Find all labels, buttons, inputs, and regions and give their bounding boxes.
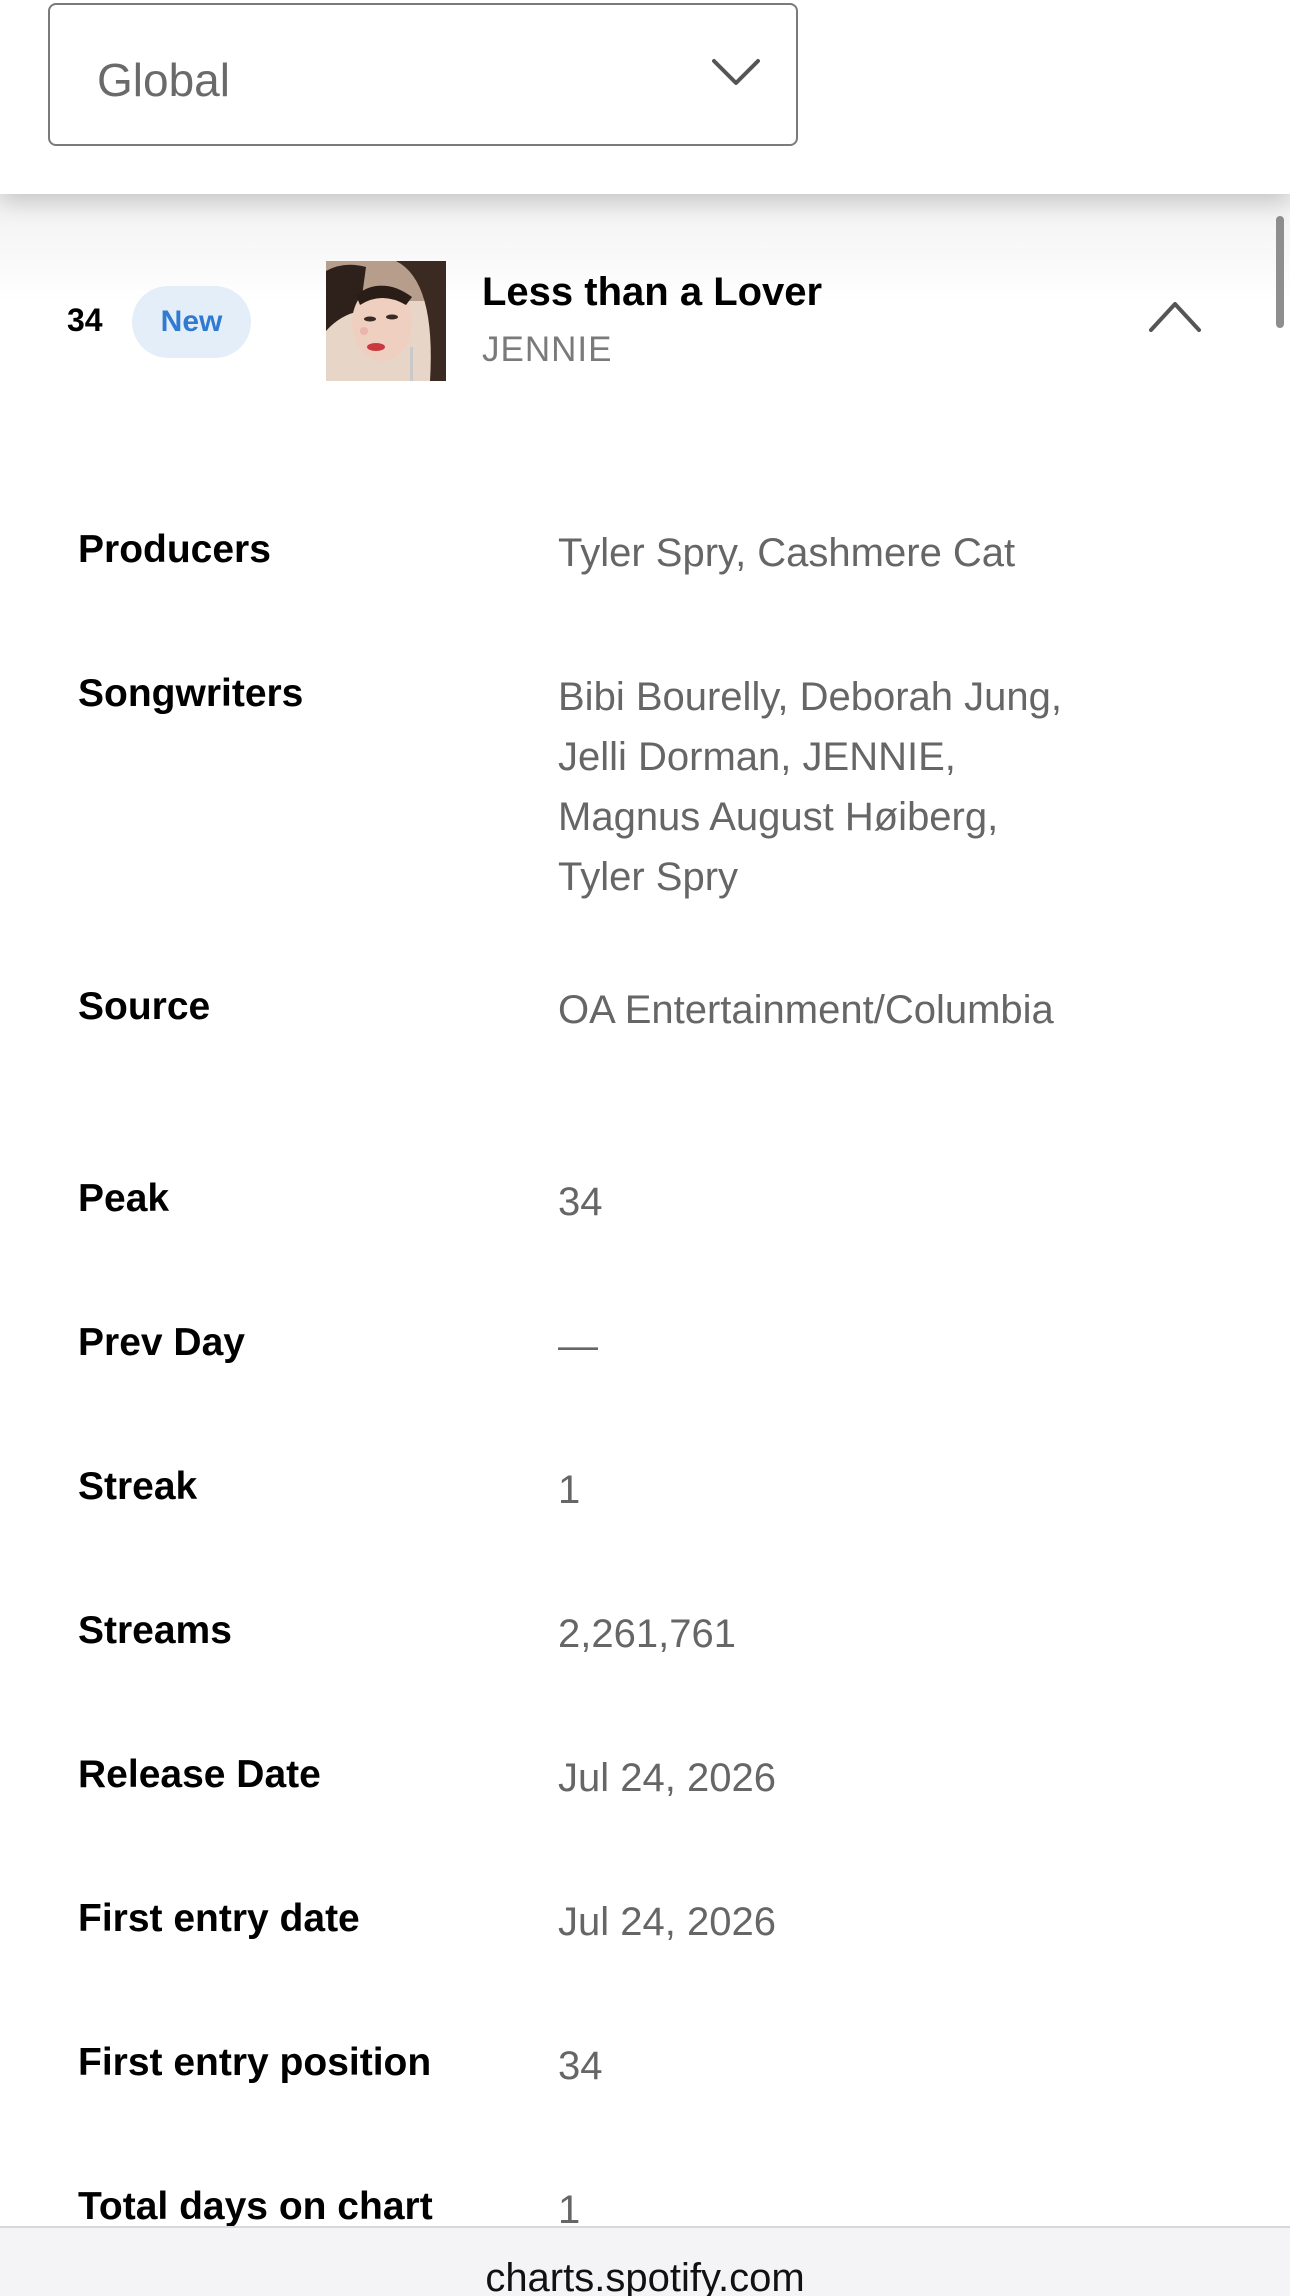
detail-value-streak: 1: [558, 1468, 581, 1512]
detail-label-streams: Streams: [78, 1609, 232, 1652]
detail-label-release-date: Release Date: [78, 1753, 321, 1796]
region-dropdown[interactable]: Global: [48, 3, 798, 146]
album-cover: [326, 261, 446, 381]
chevron-up-icon[interactable]: [1145, 294, 1205, 338]
new-entry-badge: New: [132, 286, 251, 358]
browser-url[interactable]: charts.spotify.com: [0, 2256, 1290, 2296]
detail-value-release-date: Jul 24, 2026: [558, 1756, 776, 1800]
detail-label-peak: Peak: [78, 1177, 170, 1220]
track-artist[interactable]: JENNIE: [482, 330, 612, 370]
detail-label-total-days: Total days on chart: [78, 2185, 433, 2228]
detail-label-streak: Streak: [78, 1465, 198, 1508]
detail-label-first-entry-date: First entry date: [78, 1897, 360, 1940]
region-dropdown-value: Global: [97, 54, 230, 106]
detail-value-prev-day: —: [558, 1324, 598, 1368]
track-row[interactable]: 34 New Less than a Lover JENNIE: [0, 194, 1290, 444]
detail-value-producers: Tyler Spry, Cashmere Cat: [558, 531, 1016, 575]
detail-label-prev-day: Prev Day: [78, 1321, 245, 1364]
track-title[interactable]: Less than a Lover: [482, 270, 822, 315]
detail-value-songwriters: Bibi Bourelly, Deborah Jung, Jelli Dorma…: [558, 675, 1062, 899]
detail-value-first-entry-position: 34: [558, 2044, 603, 2088]
browser-address-bar[interactable]: charts.spotify.com: [0, 2226, 1290, 2296]
detail-label-producers: Producers: [78, 528, 271, 571]
track-rank: 34: [67, 302, 103, 338]
chart-entry-panel: 34 New Less than a Lover JENNIE Producer…: [0, 194, 1290, 2232]
chevron-down-icon: [712, 59, 760, 85]
detail-value-first-entry-date: Jul 24, 2026: [558, 1900, 776, 1944]
detail-value-streams: 2,261,761: [558, 1612, 736, 1656]
detail-label-source: Source: [78, 985, 211, 1028]
top-bar: Global: [0, 0, 1290, 194]
detail-label-songwriters: Songwriters: [78, 672, 304, 715]
detail-value-peak: 34: [558, 1180, 603, 1224]
detail-value-source: OA Entertainment/Columbia: [558, 988, 1054, 1032]
scrollbar-thumb[interactable]: [1276, 216, 1284, 328]
detail-label-first-entry-position: First entry position: [78, 2041, 432, 2084]
